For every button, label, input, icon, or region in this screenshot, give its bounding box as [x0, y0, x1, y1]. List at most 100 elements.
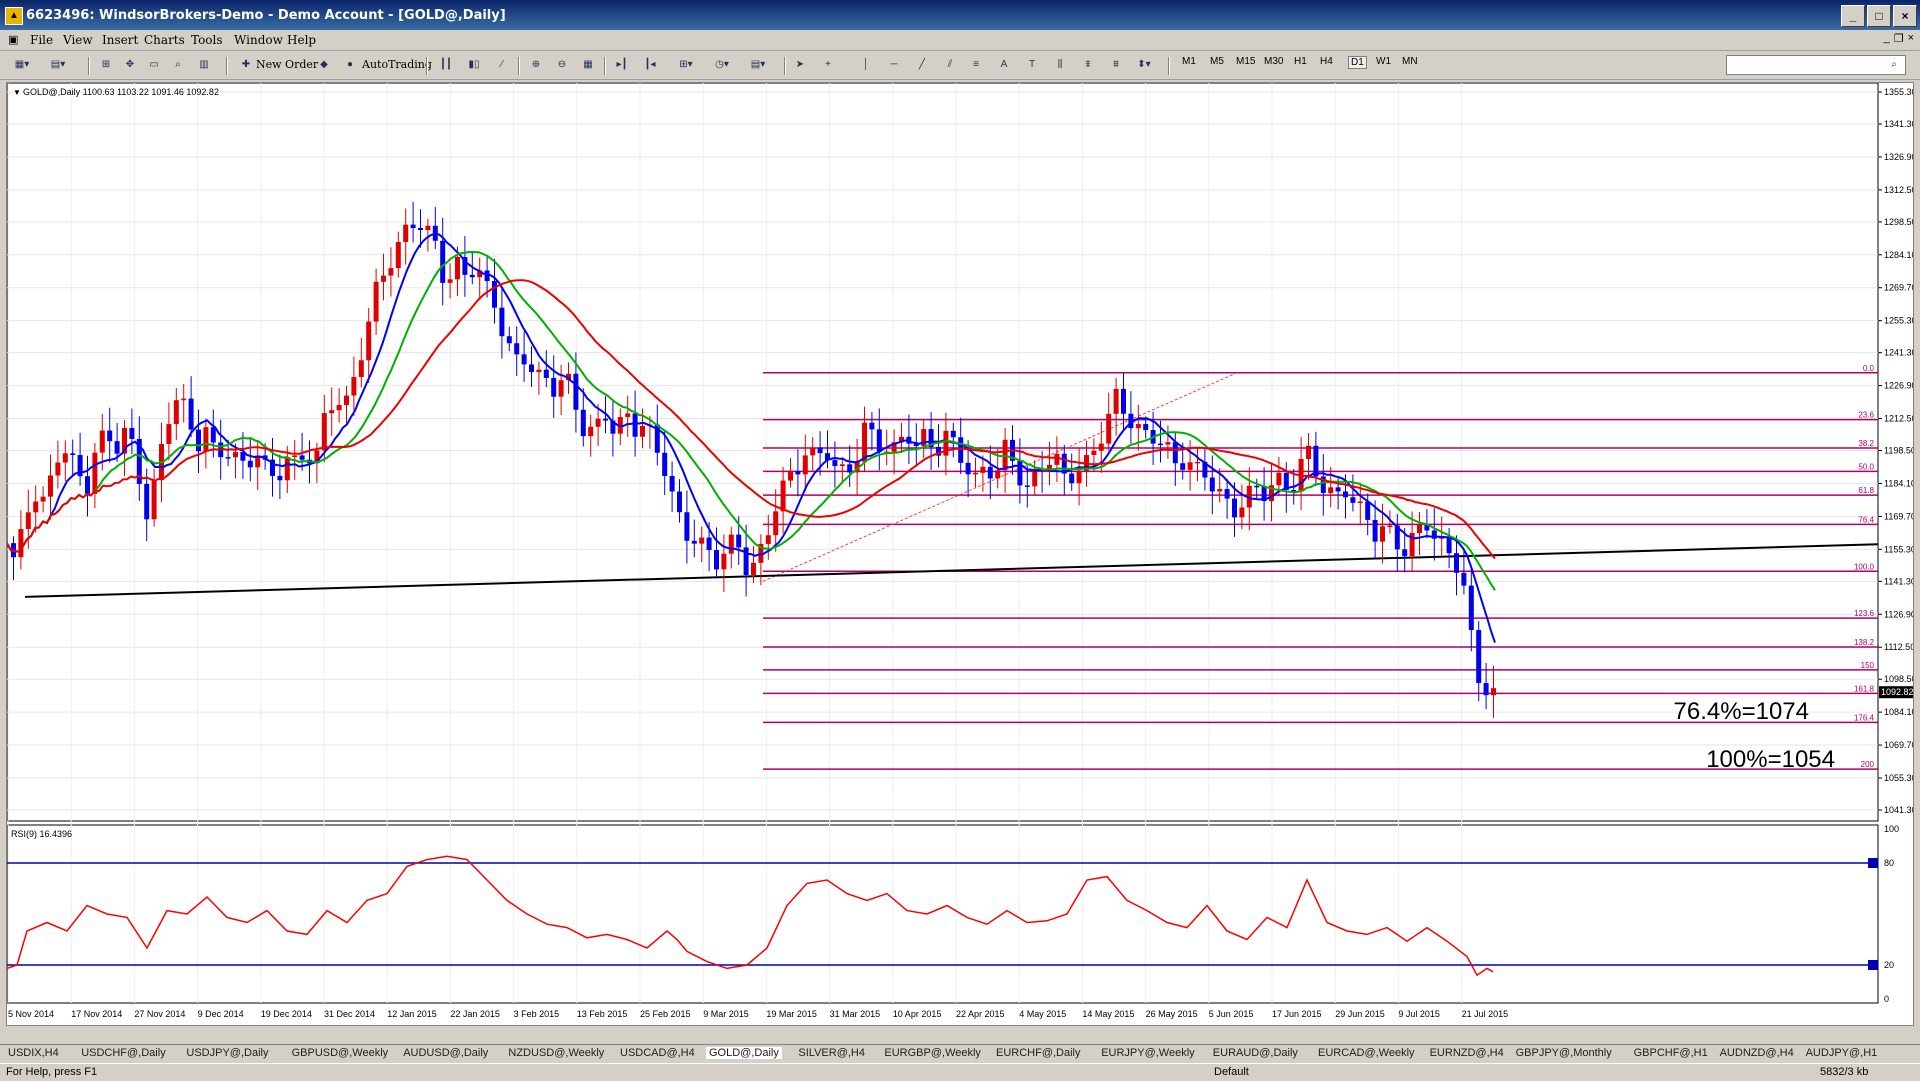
search-icon[interactable]: ⌕: [1884, 55, 1904, 75]
zoom-out-icon[interactable]: ⊖: [552, 55, 572, 75]
line-chart-icon[interactable]: ∕: [492, 55, 512, 75]
arrows-icon[interactable]: ⬍▾: [1134, 55, 1154, 75]
vertical-line-icon[interactable]: │: [856, 55, 876, 75]
chart-tab[interactable]: USDCAD@,H4: [620, 1047, 695, 1059]
fibo-retracement-icon[interactable]: ≡: [966, 55, 986, 75]
menu-window[interactable]: Window: [234, 33, 283, 47]
candle-chart-icon[interactable]: ▮▯: [464, 55, 484, 75]
candle-body: [455, 257, 460, 280]
chart-tab[interactable]: USDCHF@,Daily: [81, 1047, 166, 1059]
chart-tab[interactable]: AUDJPY@,H1: [1806, 1047, 1878, 1059]
tf-d1[interactable]: D1: [1348, 56, 1367, 69]
chart-tab[interactable]: GBPCHF@,H1: [1634, 1047, 1708, 1059]
chart-window[interactable]: 1355.30 1341.30 1326.90 1312.50 1298.50 1284.…: [6, 82, 1917, 1026]
chart-tab[interactable]: GOLD@,Daily: [706, 1047, 782, 1059]
new-order-icon[interactable]: ✚: [236, 55, 256, 75]
chart-tab[interactable]: EURCAD@,Weekly: [1318, 1047, 1415, 1059]
chart-canvas[interactable]: 1355.30 1341.30 1326.90 1312.50 1298.50 1284.…: [6, 82, 1917, 1025]
search-input[interactable]: [1726, 55, 1906, 75]
fibo-channel-icon[interactable]: ⩨: [1078, 55, 1098, 75]
menu-file[interactable]: File: [30, 33, 53, 47]
fibo-fan-icon[interactable]: ⩩: [1106, 55, 1126, 75]
chart-tab[interactable]: AUDNZD@,H4: [1720, 1047, 1794, 1059]
data-window-icon[interactable]: ⌕: [168, 55, 188, 75]
horizontal-line-icon[interactable]: ─: [884, 55, 904, 75]
candle-body: [114, 441, 120, 454]
chart-tab[interactable]: GBPUSD@,Weekly: [292, 1047, 389, 1059]
candle-body: [144, 483, 150, 520]
minimize-button[interactable]: _: [1841, 5, 1865, 27]
tf-m30[interactable]: M30: [1264, 56, 1283, 67]
mdi-restore-icon[interactable]: ❐: [1894, 32, 1904, 45]
candle-body: [447, 279, 453, 283]
candle-body: [736, 534, 742, 548]
zoom-in-icon[interactable]: ⊕: [526, 55, 546, 75]
chart-tab[interactable]: SILVER@,H4: [798, 1047, 865, 1059]
price-tick-label: 1126.90: [1884, 609, 1913, 619]
mdi-close-icon[interactable]: ×: [1908, 32, 1914, 45]
chart-tab[interactable]: GBPJPY@,Monthly: [1516, 1047, 1612, 1059]
autoscroll-icon[interactable]: ▸┃: [612, 55, 632, 75]
candle-body: [1158, 443, 1163, 446]
navigator-icon[interactable]: ✥: [120, 55, 140, 75]
trendline-icon[interactable]: ╱: [912, 55, 932, 75]
bar-chart-icon[interactable]: ┃┃: [436, 55, 456, 75]
date-tick-label: 3 Feb 2015: [514, 1009, 560, 1019]
terminal-icon[interactable]: ▭: [144, 55, 164, 75]
autotrading-icon[interactable]: ●: [340, 55, 360, 75]
candle-body: [839, 464, 845, 467]
candle-body: [773, 511, 779, 536]
menu-insert[interactable]: Insert: [102, 33, 138, 47]
menu-view[interactable]: View: [63, 33, 93, 47]
menu-help[interactable]: Help: [287, 33, 316, 47]
chart-tab[interactable]: AUDUSD@,Daily: [403, 1047, 488, 1059]
menu-charts[interactable]: Charts: [144, 33, 185, 47]
tile-windows-icon[interactable]: ▦: [578, 55, 598, 75]
tf-m15[interactable]: M15: [1236, 56, 1255, 67]
candle-body: [129, 427, 135, 439]
tf-m5[interactable]: M5: [1210, 56, 1224, 67]
candle-body: [1180, 463, 1186, 470]
mdi-minimize-icon[interactable]: _: [1884, 32, 1890, 45]
chart-menu-icon: ▼: [13, 88, 21, 97]
autotrading-button[interactable]: AutoTrading: [362, 55, 432, 75]
tf-m1[interactable]: M1: [1182, 56, 1196, 67]
fib-annotation-2: 100%=1054: [1706, 746, 1835, 773]
tf-h1[interactable]: H1: [1294, 56, 1307, 67]
equidistant-channel-icon[interactable]: ⫽: [940, 55, 960, 75]
profiles-icon[interactable]: ▤▾: [48, 55, 68, 75]
close-button[interactable]: ×: [1893, 5, 1917, 27]
chart-tab[interactable]: EURJPY@,Weekly: [1101, 1047, 1194, 1059]
market-watch-icon[interactable]: ⊞: [96, 55, 116, 75]
new-order-button[interactable]: New Order: [256, 55, 318, 75]
chart-tab[interactable]: NZDUSD@,Weekly: [508, 1047, 604, 1059]
candle-body: [765, 535, 771, 544]
andrews-pitchfork-icon[interactable]: ⫼: [1050, 55, 1070, 75]
templates-icon[interactable]: ▤▾: [748, 55, 768, 75]
tf-h4[interactable]: H4: [1320, 56, 1333, 67]
text-icon[interactable]: A: [994, 55, 1014, 75]
tf-mn[interactable]: MN: [1402, 56, 1418, 67]
strategy-tester-icon[interactable]: ▥: [194, 55, 214, 75]
price-tick-label: 1155.30: [1884, 544, 1913, 554]
chart-tab[interactable]: EURGBP@,Weekly: [884, 1047, 981, 1059]
menu-tools[interactable]: Tools: [191, 33, 223, 47]
candle-body: [529, 364, 534, 373]
chart-tab[interactable]: EURAUD@,Daily: [1213, 1047, 1298, 1059]
chart-tab[interactable]: USDJPY@,Daily: [186, 1047, 268, 1059]
crosshair-icon[interactable]: +: [818, 55, 838, 75]
chart-shift-icon[interactable]: ┃◂: [640, 55, 660, 75]
chart-window-icon[interactable]: ▣: [8, 33, 18, 46]
chart-tab[interactable]: USDIX,H4: [8, 1047, 59, 1059]
chart-tab[interactable]: EURNZD@,H4: [1430, 1047, 1504, 1059]
indicators-icon[interactable]: ⊞▾: [676, 55, 696, 75]
maximize-button[interactable]: □: [1867, 5, 1891, 27]
periods-icon[interactable]: ◷▾: [712, 55, 732, 75]
new-chart-icon[interactable]: ▦▾: [12, 55, 32, 75]
date-tick-label: 26 May 2015: [1146, 1009, 1198, 1019]
chart-tab[interactable]: EURCHF@,Daily: [996, 1047, 1081, 1059]
metaeditor-icon[interactable]: ◆: [314, 55, 334, 75]
tf-w1[interactable]: W1: [1376, 56, 1391, 67]
cursor-icon[interactable]: ➤: [790, 55, 810, 75]
text-label-icon[interactable]: T: [1022, 55, 1042, 75]
